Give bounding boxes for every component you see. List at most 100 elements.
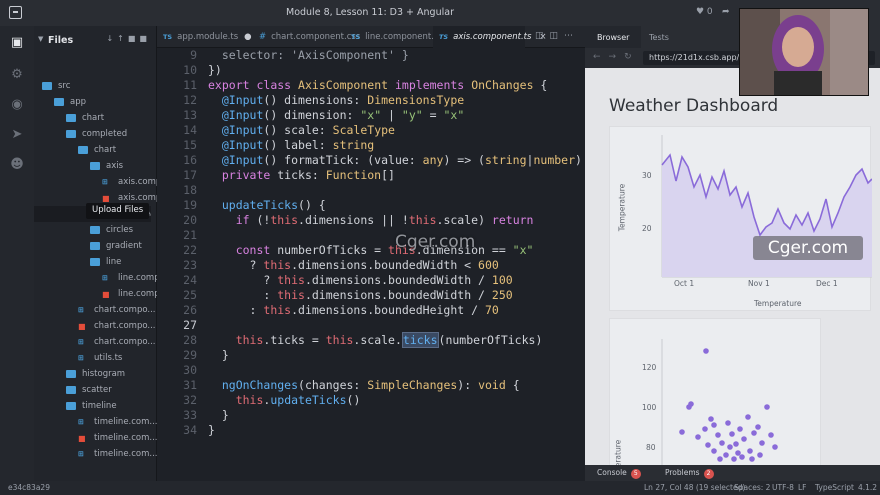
tab-browser[interactable]: Browser xyxy=(585,26,642,48)
x-tick: Nov 1 xyxy=(748,279,770,288)
x-axis-label: Temperature xyxy=(754,299,802,308)
console-tab[interactable]: Console 5 xyxy=(597,468,641,479)
folder-item[interactable]: histogram xyxy=(34,366,151,382)
file-item[interactable]: ⊞ chart.compo... xyxy=(34,334,156,350)
folder-item[interactable]: timeline xyxy=(34,398,151,414)
commit-hash: e34c83a29 xyxy=(8,483,50,492)
presenter-video-frame xyxy=(740,9,868,95)
code-line: this.ticks = this.scale.ticks(numberOfTi… xyxy=(235,332,543,348)
tree-item-label: scatter xyxy=(82,385,112,395)
file-item[interactable]: ⊞ axis.comp... xyxy=(34,174,169,190)
line-number: 34 xyxy=(183,423,197,437)
line-number: 30 xyxy=(183,363,197,377)
typescript-file-icon: ⊞ xyxy=(78,418,84,426)
code-line: @Input() dimensions: DimensionsType xyxy=(221,93,465,107)
folder-item[interactable]: app xyxy=(34,94,151,110)
x-tick: Dec 1 xyxy=(816,279,838,288)
file-explorer: ▼ Files ↓↑■■ src app chart completed chart ax… xyxy=(34,26,189,481)
line-number: 18 xyxy=(183,183,197,197)
tab-axis-component[interactable]: TS axis.component.ts × xyxy=(433,26,547,48)
language-mode[interactable]: TypeScript xyxy=(815,483,854,492)
share-icon[interactable]: ➦ xyxy=(722,7,730,17)
folder-item[interactable]: scatter xyxy=(34,382,151,398)
code-line: @Input() dimension: "x" | "y" = "x" xyxy=(221,108,465,122)
likes-count[interactable]: ♥ 0 xyxy=(696,7,713,17)
project-info-icon[interactable]: ▣ xyxy=(9,34,25,50)
code-line: @Input() scale: ScaleType xyxy=(221,123,395,137)
tab-tests[interactable]: Tests xyxy=(637,26,681,48)
file-item[interactable]: ■ chart.compo... xyxy=(34,318,156,334)
file-item[interactable]: ⊞ timeline.com... xyxy=(34,414,158,430)
code-line: private ticks: Function[] xyxy=(221,168,395,182)
code-line: export class AxisComponent implements On… xyxy=(208,78,548,92)
folder-item[interactable]: line xyxy=(34,254,151,270)
file-item[interactable]: ⊞ line.compo... xyxy=(34,270,173,286)
folder-item[interactable]: gradient xyxy=(34,238,151,254)
indent-setting[interactable]: Spaces: 2 xyxy=(734,483,770,492)
settings-gear-icon[interactable]: ⚙ xyxy=(9,66,25,82)
collapse-chevron-icon[interactable]: ▼ xyxy=(38,35,43,43)
tab-app-module[interactable]: TS app.module.ts ● xyxy=(157,26,253,48)
code-line: }) xyxy=(208,63,222,77)
deploy-rocket-icon[interactable]: ➤ xyxy=(9,126,25,142)
line-number: 20 xyxy=(183,213,197,227)
code-line: ngOnChanges(changes: SimpleChanges): voi… xyxy=(221,378,520,392)
css-file-icon: # xyxy=(259,32,267,42)
live-users-icon[interactable]: ☻ xyxy=(9,156,25,172)
typescript-file-icon: ⊞ xyxy=(78,450,84,458)
file-item[interactable]: ■ line.compo... xyxy=(34,286,173,302)
folder-item[interactable]: chart xyxy=(34,110,151,126)
code-line: selector: 'AxisComponent' } xyxy=(221,48,409,62)
editor-layout-icons[interactable]: ◫◫⋯ xyxy=(535,31,579,41)
folder-item[interactable]: chart xyxy=(34,142,151,158)
typescript-file-icon: ⊞ xyxy=(102,274,108,282)
presenter-webcam xyxy=(739,8,869,96)
tab-chart-css[interactable]: # chart.component.css xyxy=(253,26,360,48)
line-number: 32 xyxy=(183,393,197,407)
line-ending[interactable]: LF xyxy=(798,483,807,492)
code-line: } xyxy=(208,348,229,362)
upload-files-tooltip: Upload Files xyxy=(86,203,150,219)
code-editor[interactable]: TS app.module.ts ● # chart.component.css TS… xyxy=(157,26,585,481)
line-number-gutter: 9 10 11 12 13 14 15 16 17 18 19 20 21 22 23 24 25 26 27 28 2… xyxy=(157,48,197,481)
tree-item-label: chart.compo... xyxy=(94,337,156,347)
file-item[interactable]: ⊞ timeline.com... xyxy=(34,446,158,462)
html-file-icon: ■ xyxy=(78,322,86,331)
tab-line-component[interactable]: TS line.component.ts xyxy=(345,26,442,48)
scatter-points xyxy=(679,348,778,462)
dashboard-title: Weather Dashboard xyxy=(609,96,779,116)
tree-item-label: timeline.com... xyxy=(94,417,158,427)
file-item[interactable]: ⊞ utils.ts xyxy=(34,350,151,366)
cursor-position[interactable]: Ln 27, Col 48 (19 selected) xyxy=(644,483,745,492)
status-bar: e34c83a29 Ln 27, Col 48 (19 selected) Sp… xyxy=(0,481,880,495)
line-number: 31 xyxy=(183,378,197,392)
tree-item-label: completed xyxy=(82,129,128,139)
code-line: } xyxy=(208,408,229,422)
html-file-icon: ■ xyxy=(78,434,86,443)
explorer-actions[interactable]: ↓↑■■ xyxy=(106,34,151,43)
folder-item[interactable]: completed xyxy=(34,126,151,142)
problems-tab[interactable]: Problems 2 xyxy=(665,468,714,479)
file-item[interactable]: ■ timeline.com... xyxy=(34,430,158,446)
encoding[interactable]: UTF-8 xyxy=(772,483,794,492)
line-number: 17 xyxy=(183,168,197,182)
line-number: 33 xyxy=(183,408,197,422)
folder-item[interactable]: circles xyxy=(34,222,151,238)
folder-icon xyxy=(66,402,76,410)
tree-item-label: app xyxy=(70,97,86,107)
line-number: 11 xyxy=(183,78,197,92)
folder-item[interactable]: axis xyxy=(34,158,151,174)
github-icon[interactable]: ◉ xyxy=(9,96,25,112)
ts-version: 4.1.2 xyxy=(858,483,878,492)
code-line: if (!this.dimensions || !this.scale) ret… xyxy=(235,213,534,227)
code-line: @Input() formatTick: (value: any) => (st… xyxy=(221,153,582,167)
folder-icon xyxy=(66,370,76,378)
folder-item[interactable]: src xyxy=(34,78,151,94)
line-number: 10 xyxy=(183,63,197,77)
tree-item-label: chart.compo... xyxy=(94,305,156,315)
typescript-file-icon: ⊞ xyxy=(78,306,84,314)
file-item[interactable]: ⊞ chart.compo... xyxy=(34,302,156,318)
preview-page: Weather Dashboard 30 20 Oct 1 Nov 1 Dec … xyxy=(585,68,880,481)
nav-arrows-icon[interactable]: ←→↻ xyxy=(593,52,640,62)
